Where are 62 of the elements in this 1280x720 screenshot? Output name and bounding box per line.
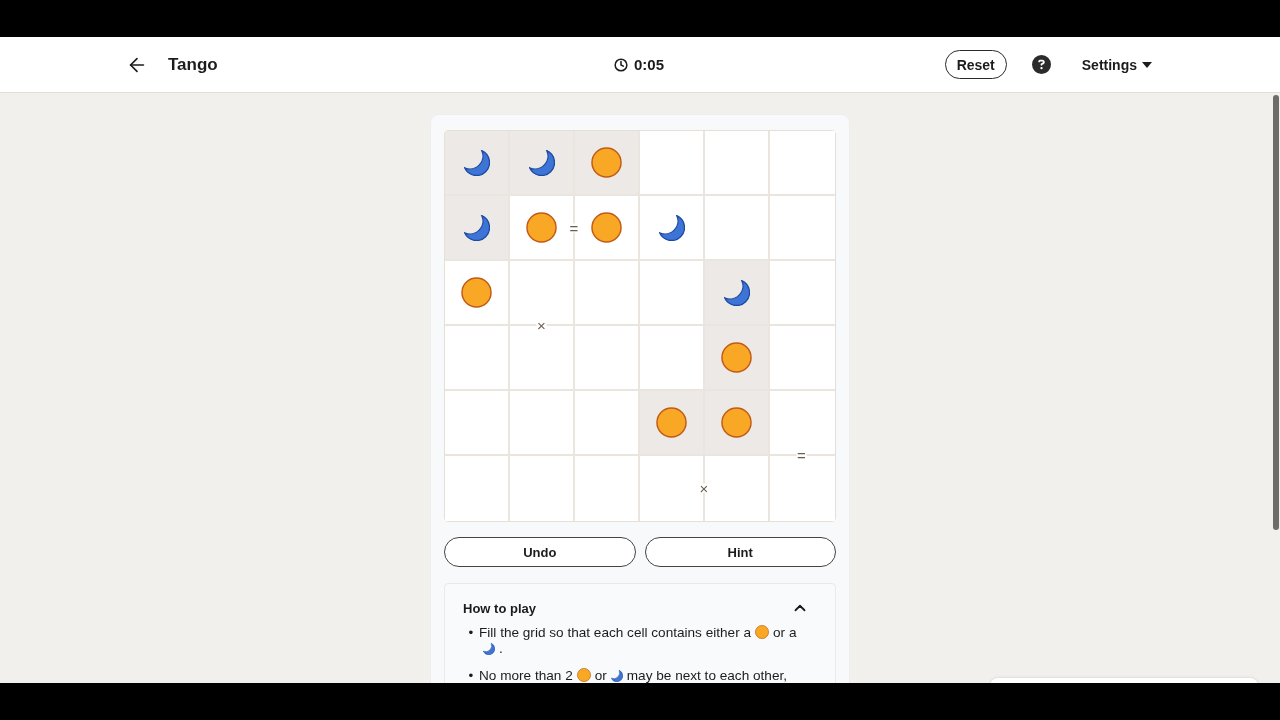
board-cell[interactable]	[445, 196, 510, 261]
rule-text: .	[499, 641, 503, 656]
section-title: How to play	[463, 600, 536, 616]
circle-icon	[591, 147, 622, 178]
board-cell[interactable]	[445, 261, 510, 326]
board-cell[interactable]	[640, 326, 705, 391]
action-button[interactable]: Undo	[444, 537, 636, 567]
rule-text: may be next to each other,	[626, 668, 787, 683]
constraint-sign: =	[568, 223, 580, 232]
board-cell[interactable]	[705, 391, 770, 456]
board-cell[interactable]	[510, 131, 575, 196]
board-cell[interactable]	[445, 326, 510, 391]
reset-button[interactable]: Reset	[944, 50, 1007, 79]
moon-icon	[723, 279, 750, 306]
caret-down-icon	[1142, 61, 1152, 68]
board-cell[interactable]	[640, 391, 705, 456]
bullet-mark: •	[467, 625, 475, 642]
circle-icon	[656, 407, 687, 438]
bullet-mark: •	[467, 668, 475, 683]
board-cell[interactable]	[770, 131, 835, 196]
help-button[interactable]	[1031, 55, 1051, 74]
action-button[interactable]: Hint	[644, 537, 836, 567]
rule-text: No more than 2	[479, 668, 573, 683]
circle-icon	[721, 342, 752, 373]
circle-icon	[721, 407, 752, 438]
circle-icon	[461, 277, 492, 308]
rule-text: Fill the grid so that each cell contains either a	[479, 625, 752, 640]
moon-icon	[658, 214, 685, 241]
scrollbar-thumb[interactable]	[1273, 95, 1279, 530]
rule-text: or a	[773, 625, 797, 640]
moon-icon	[610, 670, 623, 682]
board-cell[interactable]	[705, 261, 770, 326]
moon-icon	[463, 149, 490, 176]
board-cell[interactable]	[575, 261, 640, 326]
board-cell[interactable]	[705, 196, 770, 261]
moon-icon	[463, 214, 490, 241]
board-cell[interactable]	[445, 131, 510, 196]
settings-menu-button[interactable]: Settings	[1081, 56, 1152, 73]
board-cell[interactable]	[510, 391, 575, 456]
clock-icon	[614, 57, 628, 72]
game-title: Tango	[168, 54, 218, 75]
moon-icon	[528, 149, 555, 176]
circle-icon	[755, 625, 770, 639]
board-cell[interactable]	[640, 196, 705, 261]
board-cell[interactable]	[640, 131, 705, 196]
board-cell[interactable]	[575, 391, 640, 456]
circle-icon	[526, 212, 557, 243]
rule-text: or	[594, 668, 607, 683]
moon-icon	[483, 643, 495, 655]
constraint-sign: ×	[698, 483, 710, 492]
circle-icon	[591, 212, 622, 243]
timer-text: 0:05	[634, 56, 664, 73]
board-cell[interactable]	[640, 261, 705, 326]
constraint-sign: =	[796, 450, 807, 460]
board-cell[interactable]	[575, 131, 640, 196]
help-icon	[1031, 55, 1051, 74]
board-cell[interactable]	[705, 131, 770, 196]
circle-icon	[576, 668, 591, 682]
board-cell[interactable]	[575, 326, 640, 391]
board-cell[interactable]	[445, 456, 510, 521]
board-cell[interactable]	[705, 326, 770, 391]
board-cell[interactable]	[445, 391, 510, 456]
